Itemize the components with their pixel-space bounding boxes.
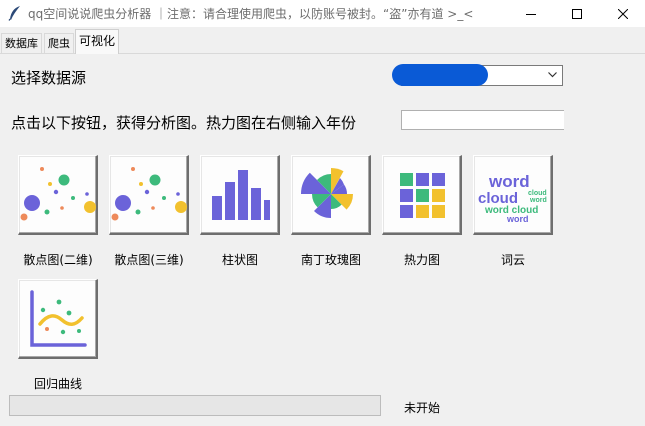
tab-crawler[interactable]: 爬虫 — [44, 33, 74, 53]
title-bar: qq空间说说爬虫分析器 ｜注意：请合理使用爬虫，以防账号被封。“盗”亦有道 >_… — [0, 0, 645, 27]
bar-chart-icon — [212, 170, 270, 220]
word-cloud-word-3: cloud — [528, 190, 547, 197]
scatter-2d-button[interactable] — [18, 155, 98, 235]
scatter-3d-caption: 散点图(三维) — [114, 253, 184, 267]
feather-icon — [8, 6, 20, 21]
heatmap-button[interactable] — [382, 155, 462, 235]
bar-chart-caption: 柱状图 — [221, 253, 258, 267]
instruction-label: 点击以下按钮，获得分析图。热力图在右侧输入年份 — [11, 114, 357, 132]
tab-strip: 数据库 爬虫 可视化 — [0, 27, 645, 54]
year-input[interactable] — [401, 110, 564, 130]
tab-visualization[interactable]: 可视化 — [75, 29, 120, 54]
close-button[interactable] — [600, 0, 645, 27]
word-cloud-word-4: word — [529, 197, 547, 204]
scatter-3d-icon — [111, 167, 187, 221]
status-text: 未开始 — [404, 401, 441, 415]
regression-curve-caption: 回归曲线 — [33, 377, 82, 391]
bar-chart-button[interactable] — [200, 155, 280, 235]
word-cloud-icon: word cloud cloud word word cloud word — [478, 172, 547, 224]
regression-curve-button[interactable] — [18, 279, 98, 359]
close-icon — [618, 8, 628, 19]
redaction-mark — [392, 64, 488, 86]
progress-bar — [9, 395, 381, 416]
heatmap-icon — [400, 173, 445, 218]
scatter-3d-button[interactable] — [109, 155, 189, 235]
window-title: qq空间说说爬虫分析器 ｜注意：请合理使用爬虫，以防账号被封。“盗”亦有道 >_… — [28, 7, 474, 21]
minimize-button[interactable] — [508, 0, 554, 27]
word-cloud-caption: 词云 — [500, 253, 525, 267]
word-cloud-button[interactable]: word cloud cloud word word cloud word — [473, 155, 553, 235]
word-cloud-word-6: word — [506, 214, 529, 224]
minimize-icon — [526, 13, 536, 15]
data-source-select[interactable] — [392, 64, 563, 86]
nightingale-rose-icon — [301, 168, 354, 219]
chevron-down-icon — [548, 72, 557, 78]
maximize-icon — [572, 8, 582, 19]
data-source-label: 选择数据源 — [11, 69, 87, 87]
scatter-2d-caption: 散点图(二维) — [23, 253, 93, 267]
regression-curve-icon — [30, 290, 87, 347]
scatter-2d-icon — [20, 167, 96, 221]
nightingale-rose-caption: 南丁玫瑰图 — [300, 253, 361, 267]
nightingale-rose-button[interactable] — [291, 155, 371, 235]
word-cloud-word-1: word — [488, 172, 530, 191]
tab-database[interactable]: 数据库 — [1, 33, 42, 53]
heatmap-caption: 热力图 — [403, 253, 440, 267]
maximize-button[interactable] — [554, 0, 600, 27]
